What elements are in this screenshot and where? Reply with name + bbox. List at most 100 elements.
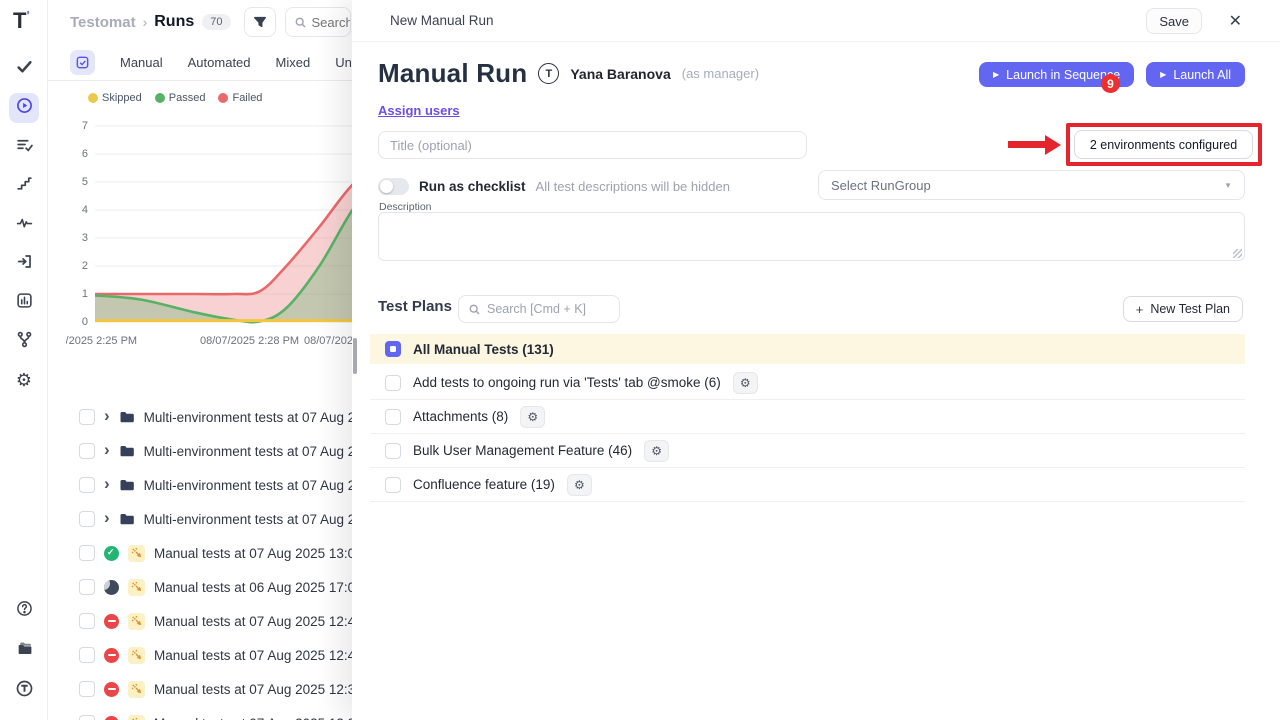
folder-icon [119,409,135,425]
run-label[interactable]: Manual tests at 07 Aug 2025 12:42 [154,648,363,663]
sidebar-item-logo-icon[interactable] [9,676,39,706]
sidebar-item-report-icon[interactable] [9,288,39,318]
rungroup-select[interactable]: Select RunGroup ▼ [818,170,1245,200]
all-manual-tests-label: All Manual Tests (131) [413,342,554,357]
run-label[interactable]: Manual tests at 07 Aug 2025 12:43 [154,614,363,629]
checkbox[interactable] [79,477,95,493]
sidebar-item-folders-icon[interactable] [9,636,39,666]
status-passed-icon [104,546,119,561]
brand-logo-icon[interactable]: T' [13,8,30,34]
chevron-right-icon[interactable]: › [104,475,110,492]
x-axis-tick: 08/07/2025 2:28 PM [200,335,299,347]
annotation-step-badge: 9 [1101,74,1120,93]
gear-icon[interactable]: ⚙ [567,474,592,496]
gear-icon[interactable]: ⚙ [733,372,758,394]
tab-automated[interactable]: Automated [188,55,251,70]
gear-icon: ⚙ [16,371,32,391]
checkbox[interactable] [385,477,401,493]
run-label[interactable]: Manual tests at 07 Aug 2025 12:35 [154,682,363,697]
checkbox[interactable] [79,647,95,663]
run-label[interactable]: Multi-environment tests at 07 Aug 2025 [144,444,378,459]
breadcrumb-root[interactable]: Testomat [70,14,136,31]
checkbox[interactable] [79,545,95,561]
gear-icon[interactable]: ⚙ [644,440,669,462]
run-label[interactable]: Multi-environment tests at 07 Aug 2025 [144,512,378,527]
legend-dot [155,93,165,103]
sidebar-item-gear-icon[interactable]: ⚙ [9,366,39,396]
sidebar-item-help-icon[interactable] [9,596,39,626]
owner-role: (as manager) [682,66,759,81]
description-textarea[interactable] [378,212,1245,261]
save-button[interactable]: Save [1146,8,1202,34]
checkbox[interactable] [385,409,401,425]
sidebar-item-list-check-icon[interactable] [9,132,39,162]
environments-configured-button[interactable]: 2 environments configured [1074,130,1253,159]
sidebar-item-play-circle-icon[interactable] [9,93,39,123]
test-plan-label: Confluence feature (19) [413,477,555,492]
gear-icon[interactable]: ⚙ [520,406,545,428]
checkbox-checked[interactable] [385,341,401,357]
help-icon [16,600,33,622]
run-label[interactable]: Multi-environment tests at 07 Aug 2025 [144,410,378,425]
test-plan-row[interactable]: Add tests to ongoing run via 'Tests' tab… [370,366,1245,400]
report-icon [16,292,33,314]
run-label[interactable]: Manual tests at 06 Aug 2025 17:06 [154,580,363,595]
all-manual-tests-row[interactable]: All Manual Tests (131) [370,334,1245,364]
search-field[interactable] [312,15,351,30]
new-test-plan-button[interactable]: + New Test Plan [1123,296,1243,322]
tab-manual[interactable]: Manual [120,55,163,70]
test-plan-row[interactable]: Confluence feature (19) ⚙ [370,468,1245,502]
run-heading: Manual Run [378,58,527,89]
run-as-checklist-toggle[interactable] [378,178,409,195]
status-failed-icon [104,716,119,720]
sidebar-item-activity-icon[interactable] [9,210,39,240]
tab-mixed[interactable]: Mixed [276,55,311,70]
chevron-right-icon[interactable]: › [104,509,110,526]
chevron-right-icon[interactable]: › [104,441,110,458]
breadcrumb-current[interactable]: Runs [154,13,194,31]
test-plan-row[interactable]: Attachments (8)⚙ [370,400,1245,434]
launch-all-button[interactable]: ▶ Launch All [1146,62,1245,87]
y-axis-tick: 1 [66,288,88,300]
play-icon: ▶ [1160,70,1166,79]
test-plans-search[interactable] [458,295,620,323]
run-label[interactable]: Manual tests at 07 Aug 2025 13:02 [154,546,363,561]
checkbox[interactable] [79,443,95,459]
sidebar-item-branch-icon[interactable] [9,327,39,357]
checkbox[interactable] [79,681,95,697]
status-in_progress-icon [104,580,119,595]
sidebar-item-check-icon[interactable] [9,54,39,84]
chevron-right-icon[interactable]: › [104,407,110,424]
sidebar-item-steps-icon[interactable] [9,171,39,201]
checkbox[interactable] [79,511,95,527]
sidebar-item-import-icon[interactable] [9,249,39,279]
run-label[interactable]: Manual tests at 07 Aug 2025 12:3 [154,716,355,720]
folders-icon [16,640,33,662]
app-window: T' ⚙ Testomat › Runs 70 ✕ ManualAutomate… [0,0,1280,720]
status-failed-icon [104,614,119,629]
checklist-view-button[interactable] [70,50,95,75]
status-failed-icon [104,648,119,663]
checkbox[interactable] [79,409,95,425]
y-axis-tick: 2 [66,260,88,272]
assign-users-link[interactable]: Assign users [378,103,460,118]
run-title-input[interactable] [378,131,807,159]
branch-icon [16,331,33,353]
checkbox[interactable] [79,579,95,595]
y-axis-tick: 5 [66,176,88,188]
y-axis-tick: 0 [66,316,88,328]
scrollbar-thumb[interactable] [353,338,357,374]
checkbox[interactable] [79,613,95,629]
checklist-hint: All test descriptions will be hidden [536,179,730,194]
run-label[interactable]: Multi-environment tests at 07 Aug 2025 [144,478,378,493]
checkbox[interactable] [79,715,95,720]
test-plan-row[interactable]: Bulk User Management Feature (46)⚙ [370,434,1245,468]
checkbox[interactable] [385,375,401,391]
launch-in-sequence-button[interactable]: ▶ Launch in Sequence 9 [979,62,1134,87]
play-circle-icon [16,97,33,119]
test-plans-search-field[interactable] [487,302,607,316]
filter-button[interactable] [244,7,276,37]
checkbox[interactable] [385,443,401,459]
close-icon[interactable]: ✕ [1229,11,1242,31]
search-input[interactable] [285,7,351,37]
